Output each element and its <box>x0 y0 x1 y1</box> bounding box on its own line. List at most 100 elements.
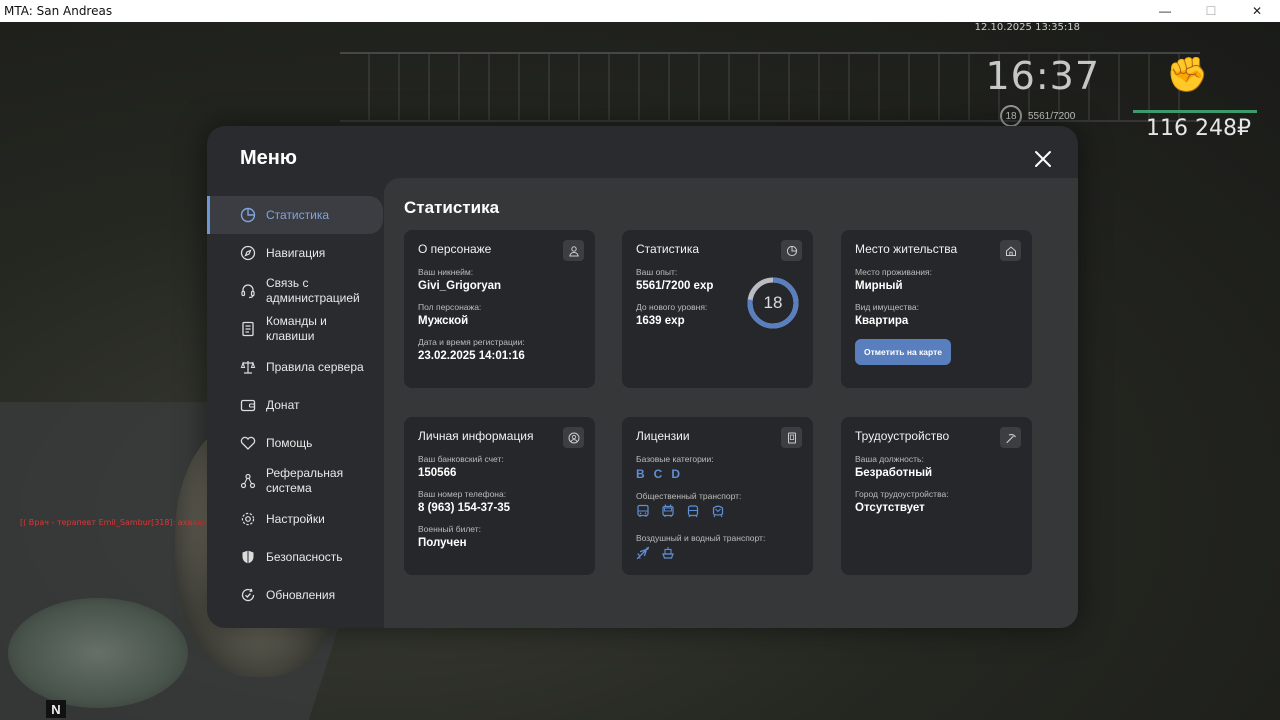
gender-label: Пол персонажа: <box>418 302 482 312</box>
pie-chart-icon <box>781 240 802 261</box>
sidebar-item-rules[interactable]: Правила сервера <box>207 348 383 386</box>
home-icon <box>1000 240 1021 261</box>
sidebar-item-contact-admin[interactable]: Связь с администрацией <box>207 272 383 310</box>
property-label: Вид имущества: <box>855 302 919 312</box>
phone-label: Ваш номер телефона: <box>418 489 507 499</box>
fist-icon: ✊ <box>1166 56 1209 94</box>
menu-modal: Меню Статистика Навигация Связь с админи… <box>207 126 1078 628</box>
referral-icon <box>239 472 257 490</box>
card-licenses: Лицензии Базовые категории: B C D Общест… <box>622 417 813 575</box>
document-icon <box>239 320 257 338</box>
license-icon <box>781 427 802 448</box>
headset-icon <box>239 282 257 300</box>
job-city-value: Отсутствует <box>855 502 925 514</box>
stats-panel: Статистика О персонаже Ваш никнейм: Givi… <box>384 178 1078 628</box>
military-value: Получен <box>418 537 467 549</box>
sidebar-item-updates[interactable]: Обновления <box>207 576 383 614</box>
position-label: Ваша должность: <box>855 454 924 464</box>
residence-label: Место проживания: <box>855 267 932 277</box>
bank-label: Ваш банковский счет: <box>418 454 504 464</box>
hud-clock: 16:37 <box>985 54 1100 98</box>
pie-chart-icon <box>239 206 257 224</box>
refresh-check-icon <box>239 586 257 604</box>
sidebar-item-security[interactable]: Безопасность <box>207 538 383 576</box>
sidebar-item-label: Обновления <box>266 587 336 602</box>
window-titlebar: MTA: San Andreas — ☐ ✕ <box>0 0 1280 22</box>
card-employment: Трудоустройство Ваша должность: Безработ… <box>841 417 1032 575</box>
card-title: О персонаже <box>418 242 492 256</box>
property-value: Квартира <box>855 315 909 327</box>
air-water-transport-icons <box>636 546 799 565</box>
nickname-value: Givi_Grigoryan <box>418 280 502 292</box>
sidebar-item-label: Статистика <box>266 207 330 222</box>
job-city-label: Город трудоустройства: <box>855 489 949 499</box>
sidebar: Статистика Навигация Связь с администрац… <box>207 196 383 614</box>
public-transport-label: Общественный транспорт: <box>636 491 742 501</box>
sidebar-item-statistics[interactable]: Статистика <box>207 196 383 234</box>
registration-value: 23.02.2025 14:01:16 <box>418 350 525 362</box>
sidebar-item-donate[interactable]: Донат <box>207 386 383 424</box>
nickname-label: Ваш никнейм: <box>418 267 474 277</box>
metro-icon <box>711 504 725 523</box>
minimap <box>8 598 188 708</box>
trolleybus-icon <box>661 504 675 523</box>
level-value: 18 <box>763 293 783 312</box>
shield-icon <box>239 548 257 566</box>
hud-money: 116 248₽ <box>1146 116 1251 141</box>
hud-level: 18 5561/7200 <box>1000 105 1075 127</box>
sidebar-item-label: Команды и клавиши <box>266 314 327 343</box>
public-transport-icons <box>636 504 799 523</box>
military-label: Военный билет: <box>418 524 482 534</box>
category-d: D <box>671 467 681 481</box>
menu-title: Меню <box>240 147 297 169</box>
registration-label: Дата и время регистрации: <box>418 337 525 347</box>
close-window-button[interactable]: ✕ <box>1234 0 1280 22</box>
basic-categories: B C D <box>636 467 799 481</box>
pickaxe-icon <box>1000 427 1021 448</box>
plane-icon <box>636 546 650 565</box>
close-icon[interactable] <box>1032 148 1054 170</box>
sidebar-item-label: Навигация <box>266 245 326 260</box>
health-bar <box>1133 110 1257 113</box>
compass-icon <box>239 244 257 262</box>
sidebar-item-referral[interactable]: Реферальная система <box>207 462 383 500</box>
card-residence: Место жительства Место проживания: Мирны… <box>841 230 1032 388</box>
sidebar-item-label: Связь с администрацией <box>266 276 360 305</box>
sidebar-item-label: Безопасность <box>266 549 343 564</box>
sidebar-item-label: Помощь <box>266 435 313 450</box>
card-title: Личная информация <box>418 429 534 443</box>
card-title: Место жительства <box>855 242 958 256</box>
card-title: Лицензии <box>636 429 690 443</box>
maximize-button[interactable]: ☐ <box>1188 0 1234 22</box>
position-value: Безработный <box>855 467 933 479</box>
card-title: Статистика <box>636 242 700 256</box>
sidebar-item-navigation[interactable]: Навигация <box>207 234 383 272</box>
sidebar-item-commands[interactable]: Команды и клавиши <box>207 310 383 348</box>
sidebar-item-settings[interactable]: Настройки <box>207 500 383 538</box>
hud-level-ring: 18 <box>1000 105 1022 127</box>
sidebar-item-label: Донат <box>266 397 300 412</box>
minimize-button[interactable]: — <box>1142 0 1188 22</box>
card-statistics: Статистика Ваш опыт: 5561/7200 exp До но… <box>622 230 813 388</box>
sidebar-item-help[interactable]: Помощь <box>207 424 383 462</box>
boat-icon <box>661 546 675 565</box>
gear-icon <box>239 510 257 528</box>
hud-exp: 5561/7200 <box>1028 110 1076 122</box>
minimap-north: N <box>46 700 66 718</box>
category-b: B <box>636 467 645 481</box>
sidebar-item-label: Правила сервера <box>266 359 364 374</box>
card-about: О персонаже Ваш никнейм: Givi_Grigoryan … <box>404 230 595 388</box>
user-circle-icon <box>563 427 584 448</box>
wallet-icon <box>239 396 257 414</box>
hud-date: 12.10.2025 13:35:18 <box>974 22 1080 33</box>
user-icon <box>563 240 584 261</box>
residence-value: Мирный <box>855 280 903 292</box>
page-title: Статистика <box>404 198 500 217</box>
sidebar-item-label: Реферальная система <box>266 466 344 495</box>
tram-icon <box>686 504 700 523</box>
mark-on-map-button[interactable]: Отметить на карте <box>855 339 951 365</box>
bus-icon <box>636 504 650 523</box>
scales-icon <box>239 358 257 376</box>
card-title: Трудоустройство <box>855 429 950 443</box>
bank-value: 150566 <box>418 467 457 479</box>
